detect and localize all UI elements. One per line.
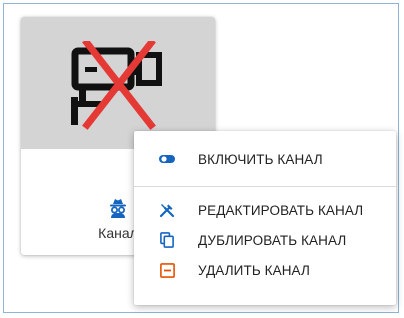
- incognito-icon: [110, 199, 126, 218]
- copy-icon: [158, 231, 176, 249]
- tools-icon: [158, 201, 176, 219]
- menu-item-edit-channel[interactable]: РЕДАКТИРОВАТЬ КАНАЛ: [134, 196, 396, 224]
- menu-item-label: УДАЛИТЬ КАНАЛ: [198, 262, 310, 278]
- toggle-icon: [158, 150, 176, 168]
- menu-item-delete-channel[interactable]: УДАЛИТЬ КАНАЛ: [134, 256, 396, 284]
- camera-off-icon: [71, 41, 162, 130]
- delete-icon: [158, 261, 176, 279]
- menu-item-label: ВКЛЮЧИТЬ КАНАЛ: [198, 151, 323, 167]
- menu-item-duplicate-channel[interactable]: ДУБЛИРОВАТЬ КАНАЛ: [134, 226, 396, 254]
- context-menu: ВКЛЮЧИТЬ КАНАЛ РЕДАКТИРОВАТЬ КАНАЛ ДУБЛИ…: [134, 131, 396, 305]
- menu-item-enable-channel[interactable]: ВКЛЮЧИТЬ КАНАЛ: [134, 145, 396, 173]
- channel-preview[interactable]: [21, 17, 215, 149]
- menu-divider: [134, 186, 396, 187]
- menu-item-label: РЕДАКТИРОВАТЬ КАНАЛ: [198, 202, 364, 218]
- menu-item-label: ДУБЛИРОВАТЬ КАНАЛ: [198, 232, 347, 248]
